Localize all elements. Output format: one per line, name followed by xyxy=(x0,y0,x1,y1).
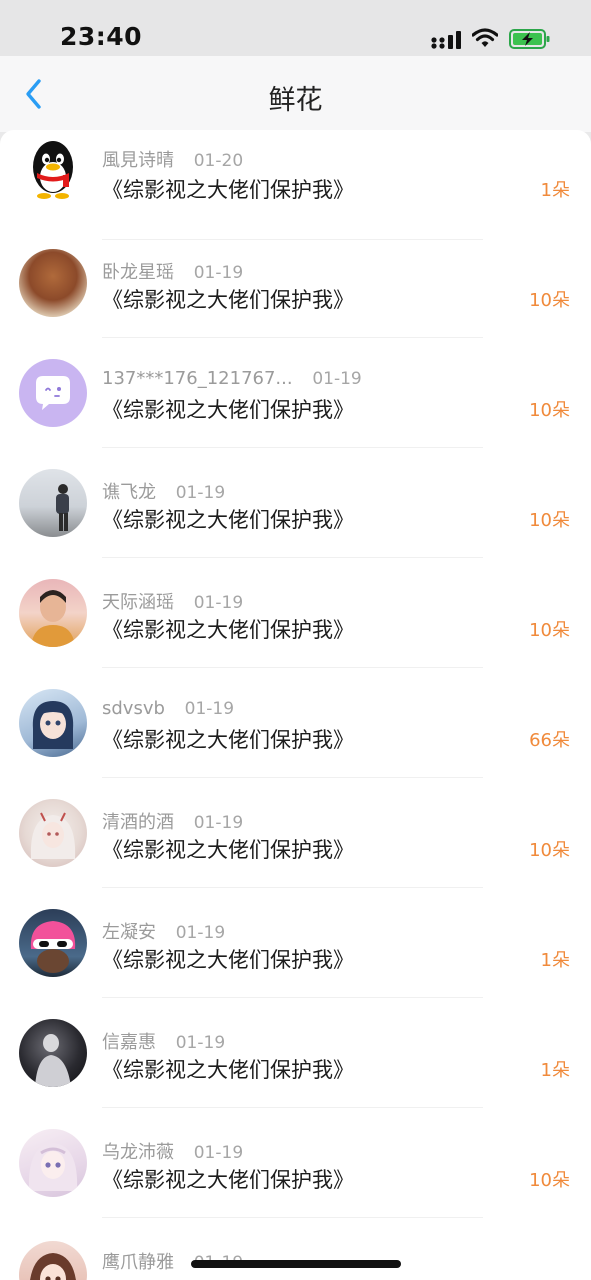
list-item[interactable]: 乌龙沛薇 01-19 《综影视之大佬们保护我》 10朵 xyxy=(0,1108,591,1218)
list-item[interactable]: 風見诗晴 01-20 《综影视之大佬们保护我》 1朵 xyxy=(0,130,591,240)
avatar xyxy=(19,1019,87,1087)
flower-count: 10朵 xyxy=(529,290,570,311)
date: 01-19 xyxy=(193,813,244,833)
user-name: 乌龙沛薇 xyxy=(102,1142,174,1163)
page-title: 鲜花 xyxy=(268,85,323,116)
avatar xyxy=(19,137,87,205)
flower-count: 10朵 xyxy=(529,510,570,531)
avatar xyxy=(19,469,87,537)
list-item[interactable]: 信嘉惠 01-19 《综影视之大佬们保护我》 1朵 xyxy=(0,998,591,1108)
book-title: 《综影视之大佬们保护我》 xyxy=(102,1058,354,1082)
date: 01-19 xyxy=(175,923,226,943)
date: 01-20 xyxy=(193,151,244,171)
date: 01-19 xyxy=(312,369,362,389)
user-name: 137***176_121767... xyxy=(102,368,293,389)
anime-girl-icon xyxy=(30,812,76,859)
avatar xyxy=(19,1129,87,1197)
date: 01-19 xyxy=(193,1143,244,1163)
list-item[interactable]: 卧龙星瑶 01-19 《综影视之大佬们保护我》 10朵 xyxy=(0,228,591,338)
user-name: sdvsvb xyxy=(102,698,165,719)
nav-bar: 鲜花 xyxy=(0,56,591,132)
home-indicator[interactable] xyxy=(191,1260,401,1268)
avatar xyxy=(19,909,87,977)
chat-bubble-icon xyxy=(36,376,70,410)
book-title: 《综影视之大佬们保护我》 xyxy=(102,508,354,532)
user-name: 卧龙星瑶 xyxy=(102,262,174,283)
cartoon-character-icon xyxy=(30,921,76,973)
avatar xyxy=(19,359,87,427)
status-time: 23:40 xyxy=(60,22,143,51)
user-name: 風見诗晴 xyxy=(102,150,174,171)
list-item[interactable]: sdvsvb 01-19 《综影视之大佬们保护我》 66朵 xyxy=(0,668,591,778)
flower-count: 10朵 xyxy=(529,400,570,421)
list-item[interactable]: 137***176_121767... 01-19 《综影视之大佬们保护我》 1… xyxy=(0,338,591,448)
user-name: 信嘉惠 xyxy=(102,1032,156,1053)
book-title: 《综影视之大佬们保护我》 xyxy=(102,1168,354,1192)
person-photo-icon xyxy=(31,590,75,647)
book-title: 《综影视之大佬们保护我》 xyxy=(102,618,354,642)
book-title: 《综影视之大佬们保护我》 xyxy=(102,948,354,972)
flower-count: 10朵 xyxy=(529,620,570,641)
flower-count: 66朵 xyxy=(529,730,570,751)
anime-girl-icon xyxy=(30,1253,76,1280)
book-title: 《综影视之大佬们保护我》 xyxy=(102,288,354,312)
user-name: 左凝安 xyxy=(102,922,156,943)
list-item[interactable]: 鹰爪静雅 01-19 xyxy=(0,1218,591,1280)
wifi-icon xyxy=(472,28,498,47)
list-item[interactable]: 左凝安 01-19 《综影视之大佬们保护我》 1朵 xyxy=(0,888,591,998)
date: 01-19 xyxy=(193,593,244,613)
flower-count: 1朵 xyxy=(540,950,570,971)
person-photo-icon xyxy=(56,484,69,531)
user-name: 谯飞龙 xyxy=(102,482,156,503)
person-photo-icon xyxy=(35,1034,71,1087)
avatar xyxy=(19,249,87,317)
flower-count: 1朵 xyxy=(540,1060,570,1081)
avatar xyxy=(19,1241,87,1280)
flower-record-list: 風見诗晴 01-20 《综影视之大佬们保护我》 1朵 卧龙星瑶 01-19 《综… xyxy=(0,130,591,1280)
cellular-signal-icon xyxy=(431,31,461,49)
avatar xyxy=(19,799,87,867)
date: 01-19 xyxy=(193,263,244,283)
qq-penguin-icon xyxy=(33,141,73,199)
date: 01-19 xyxy=(184,699,235,719)
user-name: 天际涵瑶 xyxy=(102,592,174,613)
book-title: 《综影视之大佬们保护我》 xyxy=(102,398,354,422)
flower-count: 1朵 xyxy=(540,180,570,201)
list-item[interactable]: 清酒的酒 01-19 《综影视之大佬们保护我》 10朵 xyxy=(0,778,591,888)
user-name: 鹰爪静雅 xyxy=(102,1252,174,1273)
avatar xyxy=(19,579,87,647)
anime-girl-icon xyxy=(32,701,74,749)
list-item[interactable]: 谯飞龙 01-19 《综影视之大佬们保护我》 10朵 xyxy=(0,448,591,558)
anime-girl-icon xyxy=(28,1143,78,1191)
book-title: 《综影视之大佬们保护我》 xyxy=(102,728,354,752)
book-title: 《综影视之大佬们保护我》 xyxy=(102,838,354,862)
user-name: 清酒的酒 xyxy=(102,812,174,833)
flower-count: 10朵 xyxy=(529,1170,570,1191)
status-bar: 23:40 xyxy=(0,0,591,56)
book-title: 《综影视之大佬们保护我》 xyxy=(102,178,354,202)
date: 01-19 xyxy=(175,483,226,503)
battery-charging-icon xyxy=(509,29,550,49)
avatar xyxy=(19,689,87,757)
flower-count: 10朵 xyxy=(529,840,570,861)
list-item[interactable]: 天际涵瑶 01-19 《综影视之大佬们保护我》 10朵 xyxy=(0,558,591,668)
date: 01-19 xyxy=(175,1033,226,1053)
